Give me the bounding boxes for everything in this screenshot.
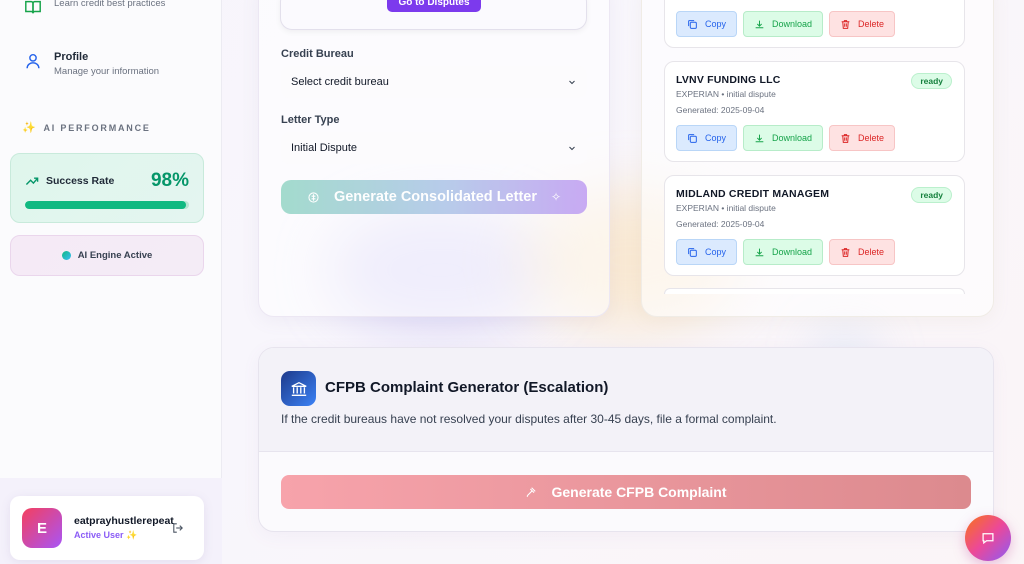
copy-icon bbox=[688, 133, 697, 143]
section-title: AI PERFORMANCE bbox=[43, 122, 151, 133]
cfpb-button-label: Generate CFPB Complaint bbox=[551, 484, 727, 500]
sidebar: Learn credit best practices Profile Mana… bbox=[0, 0, 222, 564]
letter-date: Generated: 2025-09-04 bbox=[676, 105, 765, 115]
letter-card: Copy Download Delete bbox=[664, 0, 965, 48]
copy-label: Copy bbox=[704, 19, 726, 29]
copy-icon bbox=[688, 247, 697, 257]
creditor-name: LVNV FUNDING LLC bbox=[676, 74, 781, 86]
bank-icon bbox=[281, 371, 316, 406]
success-rate-card: Success Rate 98% bbox=[10, 153, 204, 223]
success-rate-label: Success Rate bbox=[46, 175, 115, 187]
download-icon bbox=[755, 134, 764, 142]
user-name: eatprayhustlerepeat bbox=[74, 515, 174, 527]
letter-date: Generated: 2025-09-04 bbox=[676, 219, 765, 229]
delete-label: Delete bbox=[857, 133, 884, 143]
download-label: Download bbox=[771, 19, 812, 29]
success-rate-bar-fill bbox=[25, 201, 186, 209]
letter-meta: EXPERIAN • initial dispute bbox=[676, 203, 776, 213]
letter-type-select[interactable]: Initial Dispute bbox=[281, 132, 587, 164]
ai-performance-heading: ✨ AI PERFORMANCE bbox=[22, 121, 151, 134]
download-label: Download bbox=[771, 133, 812, 143]
delete-button[interactable]: Delete bbox=[829, 11, 895, 37]
sparkle-icon: ✧ bbox=[550, 190, 562, 204]
trash-icon bbox=[841, 133, 850, 143]
user-status: Active User ✨ bbox=[74, 530, 138, 540]
cfpb-description: If the credit bureaus have not resolved … bbox=[281, 412, 777, 426]
copy-label: Copy bbox=[704, 247, 726, 257]
cfpb-complaint-section: CFPB Complaint Generator (Escalation) If… bbox=[258, 347, 994, 532]
generate-cfpb-complaint-button[interactable]: Generate CFPB Complaint bbox=[281, 475, 971, 509]
status-badge: ready bbox=[911, 187, 952, 203]
trash-icon bbox=[841, 247, 850, 257]
download-button[interactable]: Download bbox=[743, 239, 823, 265]
credit-bureau-label: Credit Bureau bbox=[281, 48, 354, 60]
sidebar-item-profile[interactable]: Profile Manage your information bbox=[24, 50, 159, 79]
generate-button-label: Generate Consolidated Letter bbox=[333, 189, 537, 205]
letter-card bbox=[664, 288, 965, 294]
chevron-down-icon bbox=[569, 146, 575, 151]
sidebar-item-sub: Manage your information bbox=[54, 66, 160, 77]
copy-button[interactable]: Copy bbox=[676, 239, 737, 265]
go-to-disputes-button[interactable]: Go to Disputes bbox=[387, 0, 481, 12]
copy-button[interactable]: Copy bbox=[676, 125, 737, 151]
chat-button[interactable] bbox=[965, 515, 1011, 561]
sparkle-icon: ✨ bbox=[22, 122, 38, 134]
sidebar-item-learn[interactable]: Learn credit best practices bbox=[24, 0, 165, 16]
user-icon bbox=[26, 53, 40, 69]
letter-type-value: Initial Dispute bbox=[291, 142, 358, 154]
delete-label: Delete bbox=[857, 19, 884, 29]
chat-icon bbox=[982, 533, 994, 545]
engine-status-label: AI Engine Active bbox=[77, 250, 153, 261]
cfpb-header: CFPB Complaint Generator (Escalation) If… bbox=[259, 348, 993, 452]
generate-consolidated-letter-button[interactable]: Generate Consolidated Letter ✧ bbox=[281, 180, 587, 214]
letter-card: MIDLAND CREDIT MANAGEM EXPERIAN • initia… bbox=[664, 175, 965, 276]
delete-button[interactable]: Delete bbox=[829, 239, 895, 265]
download-icon bbox=[755, 20, 764, 28]
creditor-name: MIDLAND CREDIT MANAGEM bbox=[676, 188, 830, 200]
trash-icon bbox=[841, 19, 850, 29]
copy-icon bbox=[688, 19, 697, 29]
delete-label: Delete bbox=[857, 247, 884, 257]
chevron-down-icon bbox=[569, 80, 575, 85]
letter-card: LVNV FUNDING LLC EXPERIAN • initial disp… bbox=[664, 61, 965, 162]
credit-bureau-value: Select credit bureau bbox=[291, 76, 389, 88]
copy-label: Copy bbox=[704, 133, 726, 143]
ai-engine-status: AI Engine Active bbox=[10, 235, 204, 276]
trending-up-icon bbox=[25, 177, 39, 185]
book-icon bbox=[25, 0, 41, 14]
download-button[interactable]: Download bbox=[743, 125, 823, 151]
success-rate-bar bbox=[25, 201, 189, 209]
letter-meta: EXPERIAN • initial dispute bbox=[676, 89, 776, 99]
credit-bureau-select[interactable]: Select credit bureau bbox=[281, 66, 587, 98]
download-button[interactable]: Download bbox=[743, 11, 823, 37]
copy-button[interactable]: Copy bbox=[676, 11, 737, 37]
cfpb-title: CFPB Complaint Generator (Escalation) bbox=[325, 379, 609, 396]
sidebar-item-sub: Learn credit best practices bbox=[54, 0, 166, 9]
status-dot-icon bbox=[61, 251, 71, 260]
user-card: E eatprayhustlerepeat Active User ✨ bbox=[10, 496, 204, 560]
brain-icon bbox=[308, 191, 319, 203]
sidebar-item-label: Profile bbox=[54, 51, 89, 63]
status-badge: ready bbox=[911, 73, 952, 89]
success-rate-value: 98% bbox=[150, 170, 189, 191]
download-icon bbox=[755, 248, 764, 256]
delete-button[interactable]: Delete bbox=[829, 125, 895, 151]
avatar[interactable]: E bbox=[22, 508, 62, 548]
letter-type-label: Letter Type bbox=[281, 114, 340, 126]
logout-icon[interactable] bbox=[172, 522, 184, 534]
gavel-icon bbox=[527, 487, 537, 497]
download-label: Download bbox=[771, 247, 812, 257]
